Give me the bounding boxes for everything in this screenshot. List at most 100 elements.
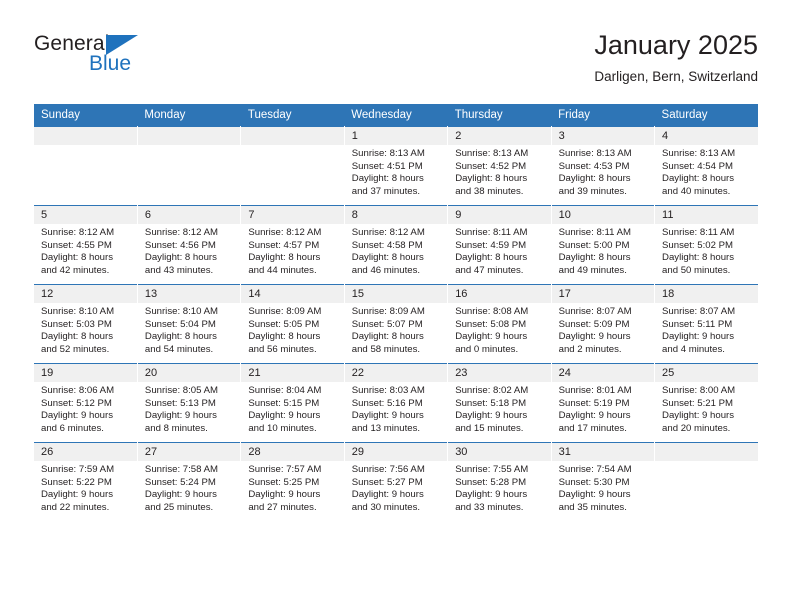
daylight-text: Daylight: 9 hours	[144, 489, 217, 501]
day-cell[interactable]: 16 Sunrise: 8:08 AM Sunset: 5:08 PM Dayligh…	[447, 284, 552, 364]
day-cell[interactable]: 15 Sunrise: 8:09 AM Sunset: 5:07 PM Dayligh…	[344, 284, 449, 364]
daylight-text: and 50 minutes.	[662, 264, 731, 276]
day-cell[interactable]: 21 Sunrise: 8:04 AM Sunset: 5:15 PM Dayligh…	[240, 363, 345, 443]
sunset-text: Sunset: 5:21 PM	[662, 397, 733, 409]
daylight-text: Daylight: 9 hours	[455, 331, 528, 343]
weekday-header-sunday: Sunday	[34, 104, 138, 127]
sunset-text: Sunset: 4:56 PM	[144, 239, 216, 251]
logo-text-blue: Blue	[89, 52, 132, 75]
calendar-grid: Sunday Monday Tuesday Wednesday Thursday Frid…	[34, 104, 758, 521]
day-cell[interactable]: 27 Sunrise: 7:58 AM Sunset: 5:24 PM Dayligh…	[137, 442, 242, 521]
day-cell[interactable]: 23 Sunrise: 8:02 AM Sunset: 5:18 PM Dayligh…	[447, 363, 552, 443]
day-number: 23	[448, 364, 551, 382]
day-cell[interactable]: 1 Sunrise: 8:13 AM Sunset: 4:51 PM Daylight…	[344, 126, 449, 206]
day-number: 5	[34, 206, 137, 224]
daylight-text: Daylight: 9 hours	[248, 410, 321, 422]
day-cell[interactable]: 8 Sunrise: 8:12 AM Sunset: 4:58 PM Daylight…	[344, 205, 449, 285]
daylight-text: Daylight: 8 hours	[351, 252, 424, 264]
day-cell[interactable]: 31 Sunrise: 7:54 AM Sunset: 5:30 PM Dayligh…	[551, 442, 656, 521]
sunrise-text: Sunrise: 8:10 AM	[144, 306, 218, 317]
sunset-text: Sunset: 5:00 PM	[558, 239, 630, 251]
day-cell[interactable]: 13 Sunrise: 8:10 AM Sunset: 5:04 PM Dayligh…	[137, 284, 242, 364]
calendar-week-row: 12 Sunrise: 8:10 AM Sunset: 5:03 PM Dayligh…	[34, 284, 758, 364]
day-cell[interactable]: 10 Sunrise: 8:11 AM Sunset: 5:00 PM Dayligh…	[551, 205, 656, 285]
daylight-text: and 0 minutes.	[455, 343, 519, 355]
day-cell[interactable]: 25 Sunrise: 8:00 AM Sunset: 5:21 PM Dayligh…	[654, 363, 758, 443]
sunrise-text: Sunrise: 8:12 AM	[41, 227, 115, 238]
daylight-text: and 47 minutes.	[455, 264, 524, 276]
day-number: 20	[137, 364, 241, 382]
sunset-text: Sunset: 5:08 PM	[455, 318, 527, 330]
day-number: 28	[241, 443, 344, 461]
day-number	[241, 127, 344, 145]
calendar-week-row: 5 Sunrise: 8:12 AM Sunset: 4:55 PM Daylight…	[34, 205, 758, 285]
day-cell[interactable]: 9 Sunrise: 8:11 AM Sunset: 4:59 PM Daylight…	[447, 205, 552, 285]
day-number: 19	[34, 364, 137, 382]
sunset-text: Sunset: 4:59 PM	[455, 239, 527, 251]
day-cell[interactable]: 12 Sunrise: 8:10 AM Sunset: 5:03 PM Dayligh…	[34, 284, 138, 364]
sunset-text: Sunset: 5:15 PM	[248, 397, 320, 409]
day-cell[interactable]: 2 Sunrise: 8:13 AM Sunset: 4:52 PM Daylight…	[447, 126, 552, 206]
daylight-text: Daylight: 8 hours	[662, 173, 735, 185]
day-number: 9	[448, 206, 551, 224]
day-cell[interactable]: 14 Sunrise: 8:09 AM Sunset: 5:05 PM Dayligh…	[240, 284, 345, 364]
day-details: Sunrise: 8:04 AM Sunset: 5:15 PM Daylight:…	[241, 382, 343, 435]
daylight-text: and 10 minutes.	[248, 422, 317, 434]
day-number: 26	[34, 443, 137, 461]
general-blue-logo[interactable]: General Blue	[34, 32, 174, 88]
daylight-text: and 54 minutes.	[144, 343, 214, 355]
daylight-text: and 35 minutes.	[558, 501, 627, 513]
day-details: Sunrise: 7:59 AM Sunset: 5:22 PM Daylight:…	[34, 461, 137, 514]
day-cell[interactable]: 7 Sunrise: 8:12 AM Sunset: 4:57 PM Daylight…	[240, 205, 345, 285]
sunset-text: Sunset: 5:18 PM	[455, 397, 527, 409]
day-number: 2	[448, 127, 551, 145]
daylight-text: and 42 minutes.	[41, 264, 110, 276]
sunset-text: Sunset: 4:58 PM	[351, 239, 423, 251]
daylight-text: and 17 minutes.	[558, 422, 627, 434]
day-cell[interactable]: 28 Sunrise: 7:57 AM Sunset: 5:25 PM Dayligh…	[240, 442, 345, 521]
sunrise-text: Sunrise: 8:08 AM	[455, 306, 529, 317]
day-cell[interactable]: 24 Sunrise: 8:01 AM Sunset: 5:19 PM Dayligh…	[551, 363, 656, 443]
sunset-text: Sunset: 4:53 PM	[558, 160, 630, 172]
calendar-body: 1 Sunrise: 8:13 AM Sunset: 4:51 PM Daylight…	[34, 126, 758, 521]
sunrise-text: Sunrise: 7:57 AM	[248, 464, 322, 475]
day-cell[interactable]: 22 Sunrise: 8:03 AM Sunset: 5:16 PM Dayligh…	[344, 363, 449, 443]
day-details: Sunrise: 7:56 AM Sunset: 5:27 PM Daylight:…	[345, 461, 447, 514]
day-cell-empty	[654, 442, 758, 521]
sunset-text: Sunset: 5:24 PM	[144, 476, 216, 488]
sunset-text: Sunset: 4:57 PM	[248, 239, 320, 251]
day-cell[interactable]: 4 Sunrise: 8:13 AM Sunset: 4:54 PM Daylight…	[654, 126, 758, 206]
day-details: Sunrise: 7:54 AM Sunset: 5:30 PM Daylight:…	[552, 461, 654, 514]
sunrise-text: Sunrise: 8:02 AM	[455, 385, 529, 396]
day-cell[interactable]: 11 Sunrise: 8:11 AM Sunset: 5:02 PM Dayligh…	[654, 205, 758, 285]
day-cell[interactable]: 3 Sunrise: 8:13 AM Sunset: 4:53 PM Daylight…	[551, 126, 656, 206]
sunset-text: Sunset: 5:28 PM	[455, 476, 527, 488]
daylight-text: and 25 minutes.	[144, 501, 214, 513]
sunrise-text: Sunrise: 7:58 AM	[144, 464, 218, 475]
day-number: 25	[655, 364, 758, 382]
day-cell[interactable]: 6 Sunrise: 8:12 AM Sunset: 4:56 PM Daylight…	[137, 205, 242, 285]
day-number	[655, 443, 758, 461]
day-number	[137, 127, 241, 145]
sunset-text: Sunset: 4:54 PM	[662, 160, 733, 172]
sunset-text: Sunset: 4:52 PM	[455, 160, 527, 172]
day-cell[interactable]: 18 Sunrise: 8:07 AM Sunset: 5:11 PM Dayligh…	[654, 284, 758, 364]
weekday-header-monday: Monday	[137, 104, 241, 127]
sunset-text: Sunset: 5:25 PM	[248, 476, 320, 488]
day-cell[interactable]: 20 Sunrise: 8:05 AM Sunset: 5:13 PM Dayligh…	[137, 363, 242, 443]
day-number: 7	[241, 206, 344, 224]
sunrise-text: Sunrise: 8:13 AM	[455, 148, 529, 159]
daylight-text: Daylight: 8 hours	[248, 252, 321, 264]
sunrise-text: Sunrise: 8:01 AM	[558, 385, 632, 396]
day-cell[interactable]: 19 Sunrise: 8:06 AM Sunset: 5:12 PM Dayligh…	[34, 363, 138, 443]
day-number: 24	[551, 364, 655, 382]
day-details: Sunrise: 8:10 AM Sunset: 5:03 PM Daylight:…	[34, 303, 137, 356]
daylight-text: Daylight: 8 hours	[41, 331, 113, 343]
day-cell[interactable]: 30 Sunrise: 7:55 AM Sunset: 5:28 PM Dayligh…	[447, 442, 552, 521]
daylight-text: and 8 minutes.	[144, 422, 208, 434]
day-cell[interactable]: 5 Sunrise: 8:12 AM Sunset: 4:55 PM Daylight…	[34, 205, 138, 285]
day-cell[interactable]: 29 Sunrise: 7:56 AM Sunset: 5:27 PM Dayligh…	[344, 442, 449, 521]
page-header: General Blue January 2025 Darligen, Bern…	[34, 28, 758, 96]
day-cell[interactable]: 17 Sunrise: 8:07 AM Sunset: 5:09 PM Dayligh…	[551, 284, 656, 364]
day-cell[interactable]: 26 Sunrise: 7:59 AM Sunset: 5:22 PM Dayligh…	[34, 442, 138, 521]
